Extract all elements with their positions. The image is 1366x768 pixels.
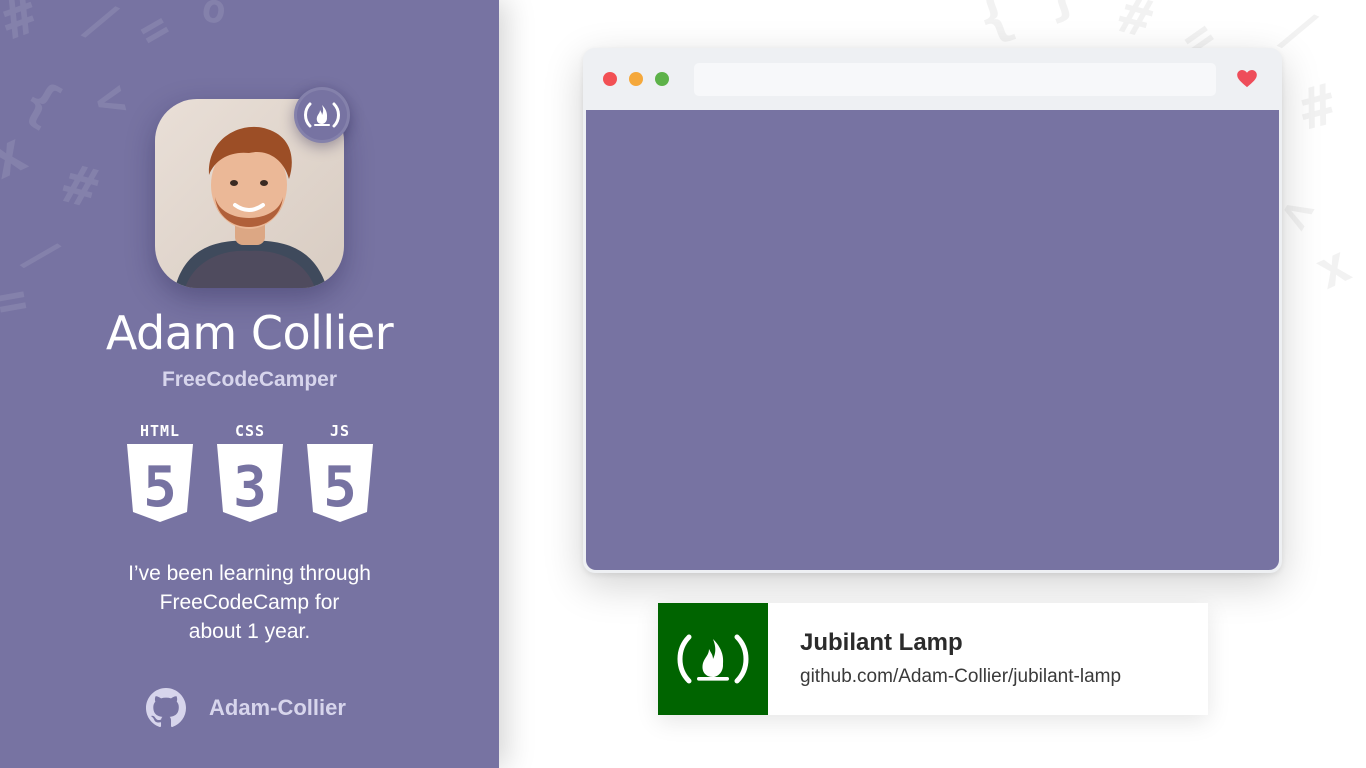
svg-text:o: o — [198, 0, 230, 34]
tech-js: JS 5 — [305, 422, 375, 522]
repo-card[interactable]: Jubilant Lamp github.com/Adam-Collier/ju… — [658, 603, 1208, 715]
svg-text:{: { — [14, 69, 71, 137]
html5-shield-icon: 5 — [127, 444, 193, 522]
svg-text:#: # — [0, 0, 45, 52]
profile-name: Adam Collier — [105, 306, 394, 360]
repo-url: github.com/Adam-Collier/jubilant-lamp — [800, 666, 1122, 687]
window-minimize-dot[interactable] — [629, 72, 643, 86]
github-profile-link[interactable]: Adam-Collier — [146, 688, 346, 728]
profile-bio: I’ve been learning through FreeCodeCamp … — [0, 559, 499, 646]
window-close-dot[interactable] — [603, 72, 617, 86]
freecodecamp-logo-icon — [677, 634, 749, 684]
freecodecamp-badge — [294, 87, 350, 143]
avatar-container — [155, 87, 350, 288]
svg-text:x: x — [1306, 234, 1360, 302]
address-bar[interactable] — [694, 63, 1216, 96]
tech-html-label: HTML — [139, 422, 181, 440]
svg-text:/: / — [75, 0, 127, 54]
tech-css-label: CSS — [234, 422, 266, 440]
bio-line: FreeCodeCamp for — [159, 591, 340, 614]
tech-js-label: JS — [329, 422, 351, 440]
profile-role: FreeCodeCamper — [161, 368, 338, 391]
window-maximize-dot[interactable] — [655, 72, 669, 86]
tech-badges: HTML 5 CSS 3 JS 5 — [125, 422, 375, 522]
svg-text:5: 5 — [323, 455, 357, 520]
css3-shield-icon: 3 — [217, 444, 283, 522]
browser-viewport — [586, 110, 1279, 570]
bio-line: I’ve been learning through — [128, 562, 371, 585]
svg-text:<: < — [88, 68, 132, 132]
svg-text:/: / — [13, 224, 69, 286]
github-icon — [146, 688, 186, 728]
svg-text:#: # — [1293, 72, 1343, 144]
svg-text:5: 5 — [143, 455, 177, 520]
freecodecamp-logo-icon — [304, 102, 340, 128]
repo-info: Jubilant Lamp github.com/Adam-Collier/ju… — [768, 603, 1121, 715]
repo-thumbnail — [658, 603, 768, 715]
profile-panel: # / = o { < x # / = Adam Collier FreeCod… — [0, 0, 499, 768]
svg-text:3: 3 — [233, 455, 267, 520]
js-shield-icon: 5 — [307, 444, 373, 522]
svg-text:#: # — [1113, 0, 1159, 51]
svg-text:x: x — [0, 120, 36, 193]
tech-css: CSS 3 — [215, 422, 285, 522]
bio-line: about 1 year. — [188, 620, 311, 643]
heart-icon[interactable] — [1237, 70, 1257, 88]
svg-text:{ }: { } — [969, 0, 1086, 53]
svg-text:=: = — [129, 0, 180, 60]
github-handle: Adam-Collier — [209, 695, 346, 720]
browser-window — [583, 48, 1282, 573]
repo-title: Jubilant Lamp — [800, 629, 963, 656]
tech-html: HTML 5 — [125, 422, 195, 522]
svg-text:#: # — [57, 152, 105, 221]
